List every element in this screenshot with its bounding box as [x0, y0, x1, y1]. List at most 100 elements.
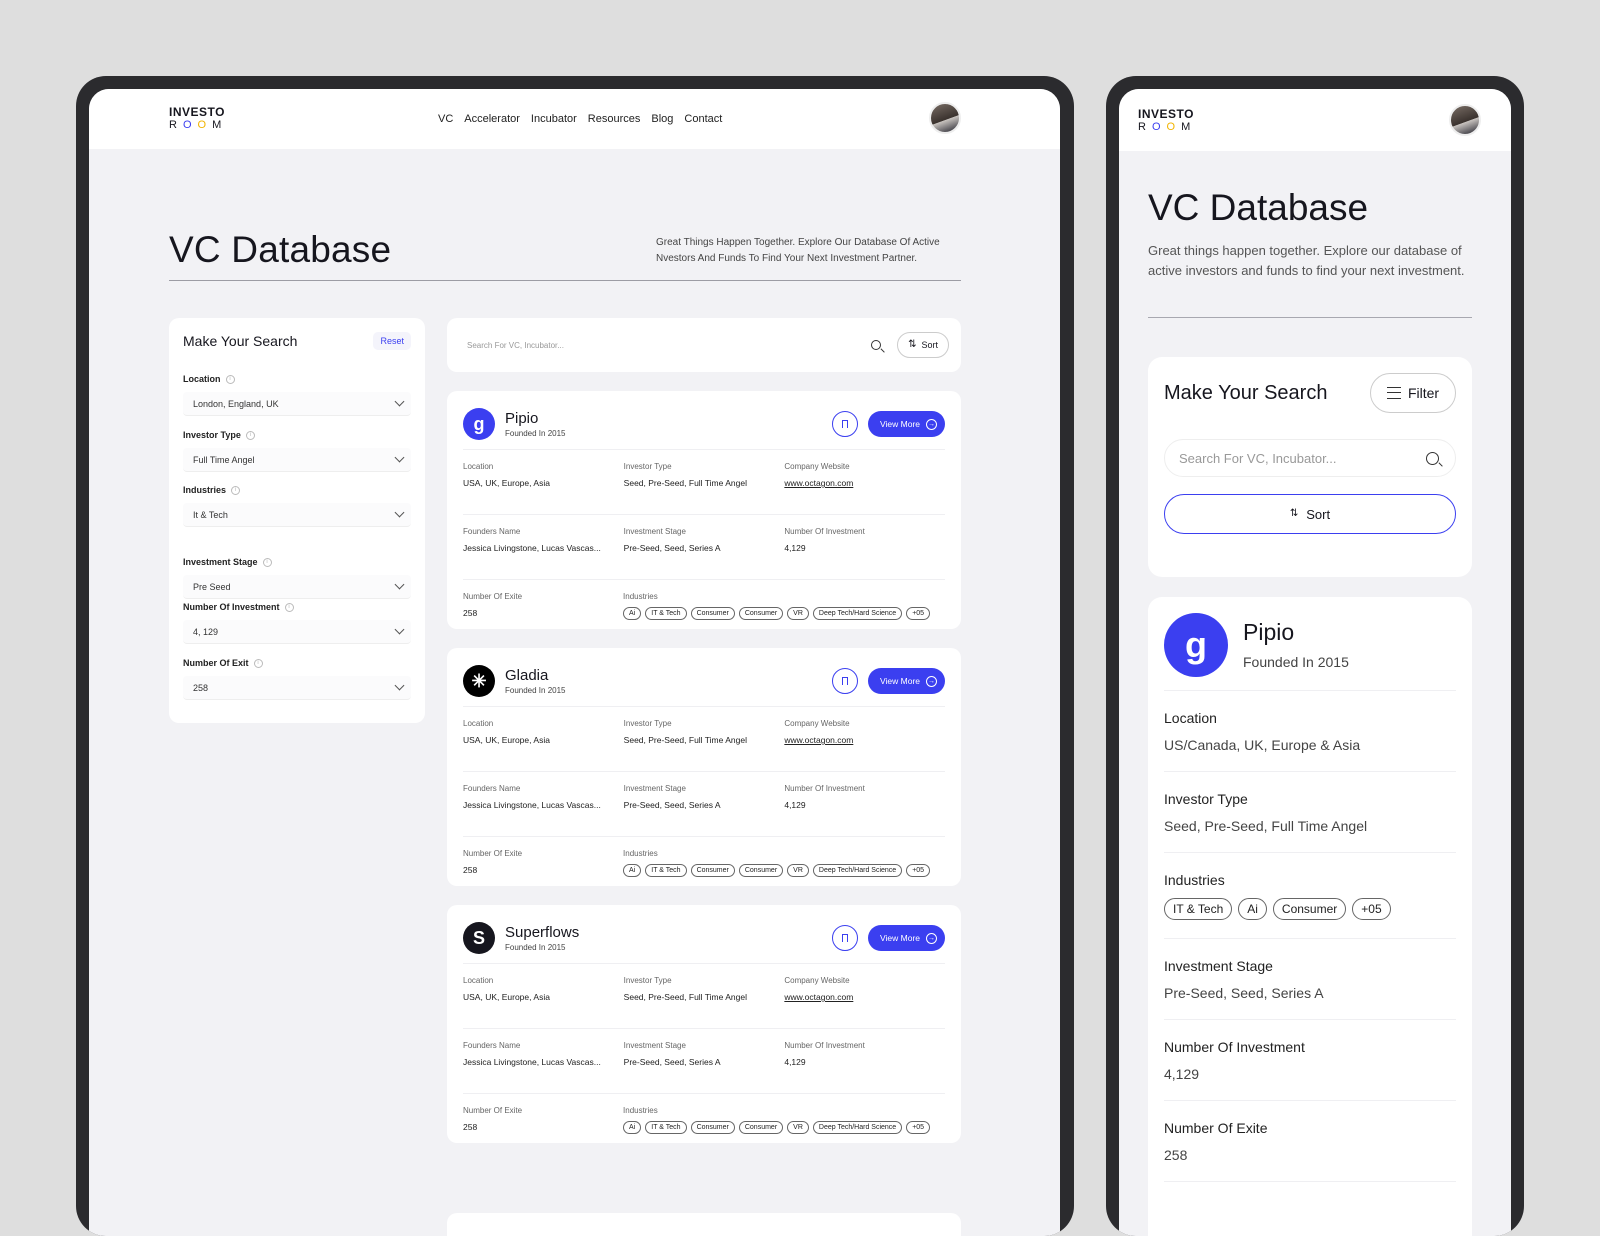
search-icon[interactable] [1426, 451, 1439, 465]
vc-founded: Founded In 2015 [505, 686, 566, 695]
industry-tag[interactable]: +05 [906, 607, 931, 620]
company-logo-icon: ✳ [463, 665, 495, 697]
field-label: Company Website [784, 976, 850, 985]
field-value: Seed, Pre-Seed, Full Time Angel [623, 478, 747, 488]
nav-item-contact[interactable]: Contact [684, 113, 722, 125]
vc-actions: View More → [832, 411, 945, 437]
location-select[interactable]: London, England, UK [183, 392, 411, 416]
field-label: Investment Stage [623, 1041, 686, 1050]
industry-tag[interactable]: Consumer [738, 1121, 784, 1134]
vc-founded: Founded In 2015 [505, 429, 566, 438]
nav-item-accelerator[interactable]: Accelerator [464, 113, 520, 125]
industry-tag[interactable]: IT & Tech [645, 864, 687, 877]
view-more-button[interactable]: View More → [868, 668, 945, 694]
investor-type-select[interactable]: Full Time Angel [183, 448, 411, 472]
industry-tag[interactable]: Deep Tech/Hard Science [812, 1121, 903, 1134]
number-of-exit-select[interactable]: 258 [183, 676, 411, 700]
industry-tag[interactable]: Ai [623, 607, 642, 620]
nav-item-incubator[interactable]: Incubator [531, 113, 577, 125]
mobile-vc-card[interactable]: g Pipio Founded In 2015 Location US/Canad… [1148, 597, 1472, 1236]
field-industries: Industries Ai IT & Tech Consumer Consumer VR D… [623, 849, 945, 893]
vc-card-header: g Pipio Founded In 2015 [1164, 612, 1456, 691]
industry-tag[interactable]: Consumer [690, 864, 735, 877]
industry-tag[interactable]: Ai [623, 864, 642, 877]
logo-letter: O [197, 119, 213, 131]
industry-tag[interactable]: VR [787, 864, 809, 877]
field-label: Founders Name [463, 1041, 521, 1050]
select-value: 4, 129 [193, 626, 219, 637]
industry-tag[interactable]: Consumer [690, 1121, 735, 1134]
chevron-down-icon [394, 452, 405, 463]
industry-tag[interactable]: +05 [906, 1121, 931, 1134]
view-more-label: View More [880, 419, 920, 429]
vc-row: Founders Name Jessica Livingstone, Lucas … [463, 771, 945, 828]
avatar[interactable] [1449, 104, 1481, 136]
bookmark-icon [842, 934, 848, 942]
filter-label: Location i [183, 374, 411, 384]
brand-logo[interactable]: INVESTO R O O M [169, 106, 227, 131]
investment-stage-select[interactable]: Pre Seed [183, 575, 411, 599]
website-link[interactable]: www.octagon.com [784, 478, 945, 488]
sort-button[interactable]: ⇅ Sort [1164, 494, 1456, 534]
industry-tag[interactable]: Consumer [690, 607, 735, 620]
industry-tag[interactable]: Deep Tech/Hard Science [812, 864, 903, 877]
filter-button[interactable]: Filter [1370, 373, 1456, 413]
industry-tag[interactable]: IT & Tech [645, 1121, 687, 1134]
field-label: Investor Type [623, 976, 672, 985]
industry-tag[interactable]: Deep Tech/Hard Science [812, 607, 903, 620]
industry-tag[interactable]: IT & Tech [1164, 898, 1233, 920]
field-company-website: Company Website www.octagon.com [784, 976, 945, 1020]
vc-card[interactable]: S Superflows Founded In 2015 View More → … [447, 905, 961, 1143]
bookmark-button[interactable] [832, 925, 858, 951]
view-more-button[interactable]: View More → [868, 411, 945, 437]
filter-icon [1386, 387, 1401, 399]
field-number-of-exite: Number Of Exite 258 [463, 1106, 623, 1150]
bookmark-button[interactable] [832, 668, 858, 694]
reset-button[interactable]: Reset [373, 332, 411, 350]
vc-card[interactable]: g Pipio Founded In 2015 View More → Locat… [447, 391, 961, 629]
select-value: London, England, UK [193, 398, 279, 409]
field-founders: Founders Name Jessica Livingstone, Lucas … [463, 1041, 624, 1085]
website-link[interactable]: www.octagon.com [784, 735, 945, 745]
chevron-down-icon [394, 396, 405, 407]
chevron-down-icon [394, 507, 405, 518]
industry-tag[interactable]: VR [787, 1121, 809, 1134]
nav-item-blog[interactable]: Blog [651, 113, 673, 125]
filter-number-of-exit: Number Of Exit i 258 [183, 658, 411, 700]
industry-tag[interactable]: VR [787, 607, 809, 620]
website-link[interactable]: www.octagon.com [784, 992, 945, 1002]
industry-tag[interactable]: Consumer [1272, 898, 1347, 920]
info-icon: i [225, 374, 235, 384]
industries-select[interactable]: It & Tech [183, 503, 411, 527]
info-icon: i [253, 658, 263, 668]
vc-card-header: g Pipio Founded In 2015 View More → [463, 407, 945, 441]
vc-card[interactable]: ✳ Gladia Founded In 2015 View More → Loca… [447, 648, 961, 886]
pipio-logo-icon: g [1164, 612, 1228, 677]
search-input[interactable]: Search For VC, Incubator... [1164, 439, 1456, 477]
view-more-button[interactable]: View More → [868, 925, 945, 951]
nav-menu: VC Accelerator Incubator Resources Blog … [438, 113, 722, 125]
vc-card-partial [447, 1213, 961, 1236]
field-label: Investor Type [1164, 791, 1248, 807]
bookmark-button[interactable] [832, 411, 858, 437]
field-location: Location US/Canada, UK, Europe & Asia [1164, 691, 1456, 772]
avatar[interactable] [929, 102, 961, 134]
industry-tag[interactable]: +05 [906, 864, 931, 877]
industry-tag[interactable]: Consumer [738, 607, 784, 620]
search-input[interactable]: Search For VC, Incubator... [467, 341, 871, 350]
field-value: US/Canada, UK, Europe & Asia [1164, 737, 1361, 753]
industry-tag[interactable]: Ai [1238, 898, 1267, 920]
sort-button[interactable]: ⇅ Sort [897, 332, 949, 358]
industry-tag[interactable]: Ai [623, 1121, 642, 1134]
industry-tag-more[interactable]: +05 [1352, 898, 1391, 920]
brand-logo[interactable]: INVESTO R O O M [1138, 108, 1196, 133]
search-icon[interactable] [871, 340, 882, 350]
mobile-screen: INVESTO R O O M VC Database Great things… [1119, 89, 1511, 1236]
field-industries: Industries IT & Tech Ai Consumer +05 [1164, 853, 1456, 939]
field-value: 4,129 [784, 800, 806, 810]
number-of-investment-select[interactable]: 4, 129 [183, 620, 411, 644]
nav-item-vc[interactable]: VC [438, 113, 453, 125]
nav-item-resources[interactable]: Resources [588, 113, 641, 125]
industry-tag[interactable]: IT & Tech [645, 607, 687, 620]
industry-tag[interactable]: Consumer [738, 864, 784, 877]
